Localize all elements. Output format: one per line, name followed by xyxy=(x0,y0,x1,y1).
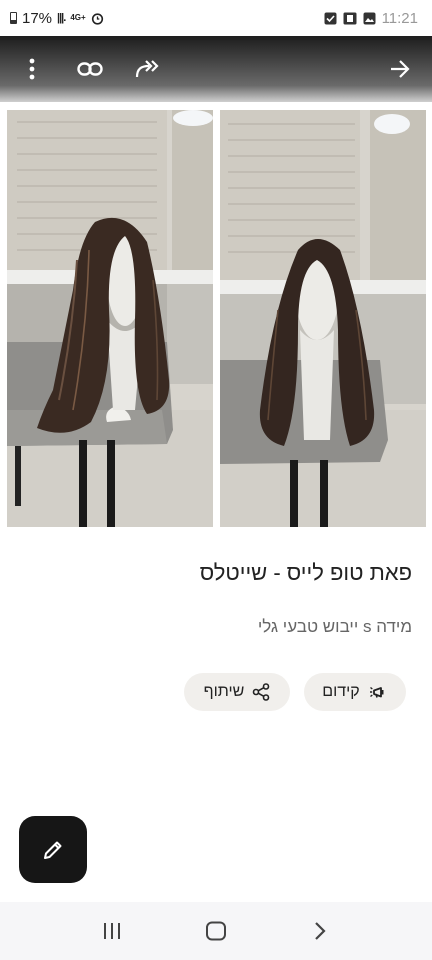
clock: 11:21 xyxy=(381,9,418,27)
megaphone-icon xyxy=(369,686,384,698)
share-button[interactable]: שיתוף xyxy=(184,673,290,711)
promote-button[interactable]: קידום xyxy=(304,673,406,711)
alarm-icon xyxy=(91,12,103,25)
link-icon[interactable] xyxy=(72,51,108,87)
home-icon[interactable] xyxy=(196,911,236,951)
status-right: 11:21 xyxy=(324,10,418,27)
more-vert-icon[interactable] xyxy=(14,51,50,87)
checkbox-notification-icon xyxy=(324,12,337,24)
network-type: 4G+ xyxy=(70,13,86,22)
battery-icon xyxy=(10,12,17,24)
status-left: 17% |||. 4G+ xyxy=(10,10,104,27)
back-arrow-icon[interactable] xyxy=(382,51,418,87)
recents-icon[interactable] xyxy=(92,911,132,951)
promote-label: קידום xyxy=(322,683,360,700)
forward-all-icon[interactable] xyxy=(130,51,166,87)
battery-percent: 17% xyxy=(22,9,53,27)
system-nav-bar xyxy=(0,902,432,960)
image-notification-icon xyxy=(363,12,376,24)
image-toolbar xyxy=(0,36,432,102)
film-notification-icon xyxy=(343,12,357,24)
listing-title: פאת טופ לייס - שייטלס xyxy=(199,560,412,585)
pencil-icon xyxy=(44,841,62,859)
share-label: שיתוף xyxy=(203,683,245,700)
wig-photo[interactable] xyxy=(220,110,426,527)
status-bar: 17% |||. 4G+ 11:21 xyxy=(0,0,432,36)
wig-photo[interactable] xyxy=(7,110,213,527)
listing-description: מידה s ייבוש טבעי גלי xyxy=(257,617,412,636)
share-icon xyxy=(253,683,270,701)
signal-icon: |||. xyxy=(57,12,66,24)
back-icon[interactable] xyxy=(300,911,340,951)
edit-fab-button[interactable] xyxy=(19,816,87,883)
listing-photos xyxy=(7,110,426,527)
